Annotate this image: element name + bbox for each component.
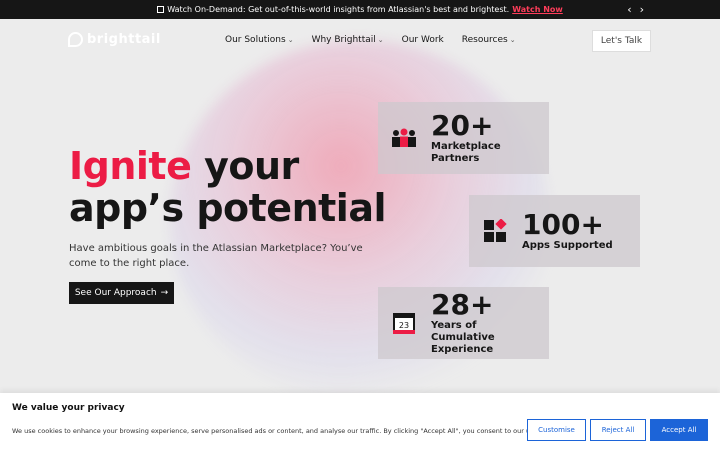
chevron-down-icon: ⌄ (287, 36, 294, 44)
hero-subtitle: Have ambitious goals in the Atlassian Ma… (69, 243, 363, 269)
stat-card-apps: 100+ Apps Supported (469, 195, 640, 267)
see-our-approach-button[interactable]: See Our Approach → (69, 282, 174, 304)
logo-text: brighttail (87, 32, 161, 47)
calendar-icon: 23 (390, 311, 418, 335)
stat-label: Apps Supported (522, 240, 613, 251)
watch-now-link[interactable]: Watch Now (512, 5, 563, 14)
announcement-bar: Watch On-Demand: Get out-of-this-world i… (0, 0, 720, 19)
hero-title-accent: Ignite (69, 144, 192, 188)
arrow-right-icon: → (160, 288, 169, 298)
stat-label: Partners (431, 153, 480, 164)
cookie-banner: We value your privacy We use cookies to … (0, 393, 720, 450)
chevron-right-icon[interactable]: › (640, 3, 644, 16)
stat-card-experience: 23 28+ Years of Cumulative Experience (378, 287, 549, 359)
logo-mark-icon (68, 32, 83, 47)
nav-label: Our Solutions (225, 35, 286, 45)
nav-item-resources[interactable]: Resources ⌄ (462, 35, 516, 45)
people-icon (390, 128, 418, 148)
nav-item-our-work[interactable]: Our Work (402, 35, 444, 45)
nav-label: Resources (461, 35, 508, 45)
hero-section: Ignite your app’s potential Have ambitiou… (69, 145, 386, 271)
stat-number: 28+ (431, 288, 494, 321)
calendar-day: 23 (399, 321, 409, 330)
stat-label: Years of (431, 320, 477, 331)
hero-title-line2: app’s potential (69, 186, 386, 230)
announcement-text: Watch On-Demand: Get out-of-this-world i… (167, 5, 510, 14)
stat-card-partners: 20+ Marketplace Partners (378, 102, 549, 174)
nav-label: Our Work (401, 35, 444, 45)
accept-all-button[interactable]: Accept All (650, 419, 708, 441)
brighttail-logo[interactable]: brighttail (68, 32, 161, 47)
hero-title: Ignite your app’s potential (69, 145, 386, 229)
cookie-title: We value your privacy (12, 403, 125, 413)
chevron-down-icon: ⌄ (377, 36, 384, 44)
chevron-left-icon[interactable]: ‹ (627, 3, 631, 16)
reject-all-button[interactable]: Reject All (590, 419, 646, 441)
stat-label: Marketplace (431, 141, 501, 152)
nav-label: Why Brighttail (311, 35, 376, 45)
play-icon (157, 6, 165, 13)
chevron-down-icon: ⌄ (509, 36, 516, 44)
main-nav: brighttail Our Solutions ⌄ Why Brighttail… (0, 30, 720, 52)
stat-label: Cumulative (431, 332, 495, 343)
lets-talk-button[interactable]: Let's Talk (592, 30, 651, 52)
stat-label: Experience (431, 344, 494, 355)
cookie-text: We use cookies to enhance your browsing … (12, 427, 575, 435)
blocks-icon (481, 219, 509, 243)
stat-number: 100+ (522, 208, 604, 241)
hero-title-rest: your (191, 144, 299, 188)
nav-item-why-brighttail[interactable]: Why Brighttail ⌄ (312, 35, 384, 45)
nav-item-our-solutions[interactable]: Our Solutions ⌄ (225, 35, 294, 45)
stat-number: 20+ (431, 109, 494, 142)
customise-button[interactable]: Customise (527, 419, 586, 441)
button-label: See Our Approach (74, 288, 157, 298)
